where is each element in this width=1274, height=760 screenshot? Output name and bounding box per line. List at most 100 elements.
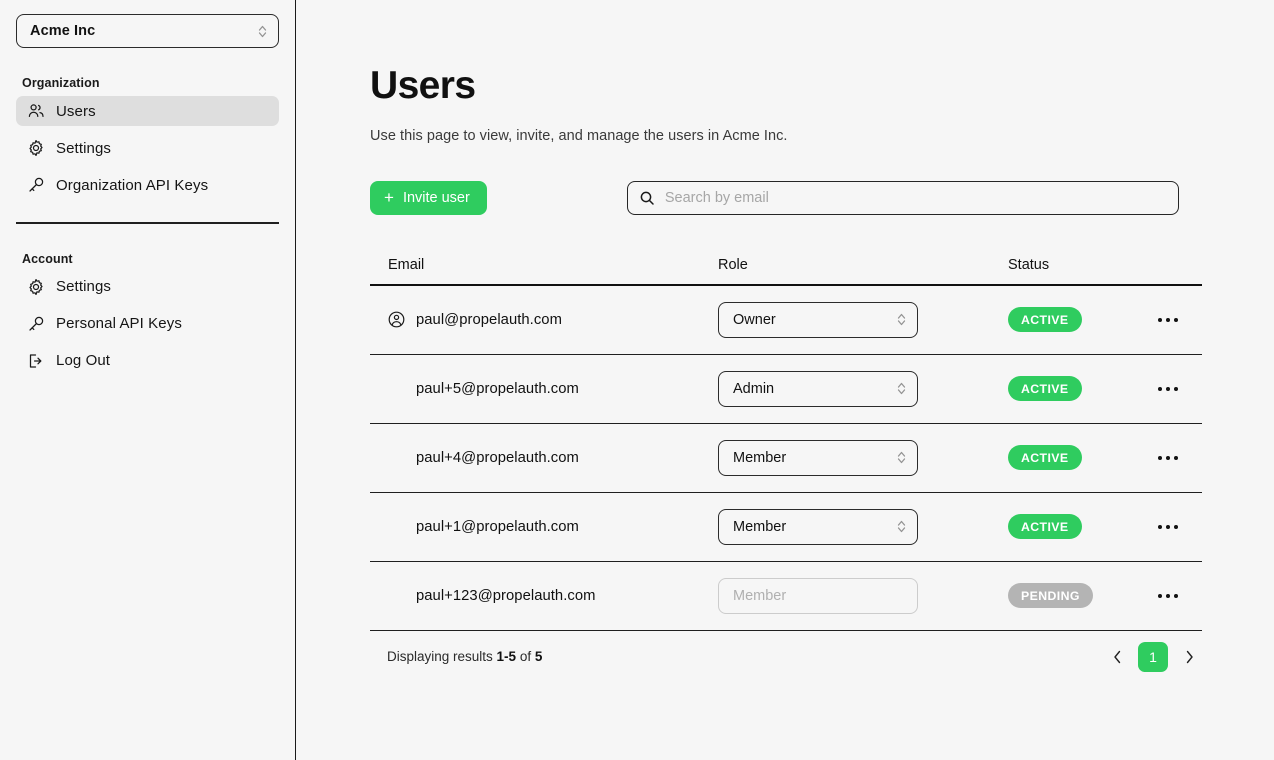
results-middle: of	[516, 649, 535, 665]
key-icon	[26, 176, 45, 195]
results-total: 5	[534, 649, 543, 665]
chevron-up-down-icon	[897, 382, 906, 395]
cell-email: paul+123@propelauth.com	[370, 588, 718, 604]
cell-role: Member	[718, 508, 1008, 545]
table-row: paul+1@propelauth.com Member ACTIVE	[370, 493, 1202, 562]
sidebar-item-label: Log Out	[56, 352, 111, 369]
results-range: 1-5	[496, 649, 517, 665]
status-badge: ACTIVE	[1008, 307, 1082, 333]
page-title: Users	[370, 64, 476, 107]
cell-email: paul@propelauth.com	[370, 311, 718, 328]
role-select-value: Owner	[733, 311, 776, 328]
status-badge: PENDING	[1008, 583, 1093, 609]
cell-actions	[1156, 450, 1202, 466]
ellipsis-icon[interactable]	[1156, 450, 1180, 466]
results-summary: Displaying results 1-5 of 5	[387, 649, 542, 664]
role-select[interactable]: Member	[718, 508, 918, 545]
cell-actions	[1156, 381, 1202, 397]
gear-icon	[26, 139, 45, 158]
cell-email: paul+4@propelauth.com	[370, 450, 718, 466]
column-header-status: Status	[1008, 256, 1050, 273]
table-row: paul+123@propelauth.com Member PENDING	[370, 562, 1202, 631]
table-header-row: Email Role Status	[370, 248, 1202, 286]
cell-status: ACTIVE	[1008, 514, 1156, 540]
logout-icon	[26, 351, 45, 370]
invite-user-label: Invite user	[402, 189, 470, 206]
toolbar: + Invite user	[370, 180, 1202, 215]
chevron-up-down-icon	[897, 520, 906, 533]
sidebar-divider	[16, 222, 279, 224]
user-email: paul+5@propelauth.com	[416, 380, 579, 397]
sidebar-item-label: Organization API Keys	[56, 176, 209, 194]
cell-role: Admin	[718, 370, 1008, 407]
user-email: paul+123@propelauth.com	[416, 587, 596, 604]
cell-email: paul+1@propelauth.com	[370, 519, 718, 535]
role-select[interactable]: Owner	[718, 301, 918, 338]
role-select-value: Admin	[733, 380, 775, 397]
app-root: Acme Inc Organization Users Settings Org…	[0, 0, 1274, 760]
sidebar-item-label: Personal API Keys	[56, 315, 182, 332]
plus-icon: +	[384, 187, 394, 207]
search-input[interactable]	[626, 180, 1179, 215]
results-prefix: Displaying results	[387, 649, 497, 665]
pagination: 1	[1104, 641, 1202, 672]
sidebar-group-label-account: Account	[22, 251, 73, 266]
users-icon	[26, 102, 45, 121]
avatar-icon	[388, 311, 405, 328]
org-switcher[interactable]: Acme Inc	[16, 14, 279, 48]
users-table: Email Role Status paul@propelauth.com Ow…	[370, 248, 1202, 683]
sidebar-item-account-settings[interactable]: Settings	[16, 272, 279, 302]
user-email: paul@propelauth.com	[416, 311, 562, 328]
chevron-left-icon[interactable]	[1104, 644, 1130, 670]
role-select[interactable]: Member	[718, 439, 918, 476]
page-number-button[interactable]: 1	[1138, 641, 1168, 672]
cell-status: ACTIVE	[1008, 307, 1156, 333]
cell-email: paul+5@propelauth.com	[370, 381, 718, 397]
ellipsis-icon[interactable]	[1156, 312, 1180, 328]
user-email: paul+1@propelauth.com	[416, 518, 579, 535]
cell-actions	[1156, 312, 1202, 328]
invite-user-button[interactable]: + Invite user	[370, 180, 487, 215]
cell-status: ACTIVE	[1008, 376, 1156, 402]
table-row: paul+4@propelauth.com Member ACTIVE	[370, 424, 1202, 493]
table-row: paul+5@propelauth.com Admin ACTIVE	[370, 355, 1202, 424]
column-header-role: Role	[718, 256, 748, 273]
status-badge: ACTIVE	[1008, 514, 1082, 540]
table-footer: Displaying results 1-5 of 5 1	[370, 631, 1202, 683]
column-header-email: Email	[388, 256, 425, 273]
cell-status: PENDING	[1008, 583, 1156, 609]
sidebar-item-org-settings[interactable]: Settings	[16, 133, 279, 163]
sidebar-item-personal-api-keys[interactable]: Personal API Keys	[16, 309, 279, 339]
table-row: paul@propelauth.com Owner ACTIVE	[370, 286, 1202, 355]
page-subtitle: Use this page to view, invite, and manag…	[370, 127, 788, 144]
ellipsis-icon[interactable]	[1156, 519, 1180, 535]
status-badge: ACTIVE	[1008, 445, 1082, 471]
key-icon	[26, 314, 45, 333]
ellipsis-icon[interactable]	[1156, 381, 1180, 397]
sidebar-item-label: Settings	[56, 278, 111, 295]
chevron-right-icon[interactable]	[1176, 644, 1202, 670]
cell-role: Member	[718, 577, 1008, 614]
user-email: paul+4@propelauth.com	[416, 449, 579, 466]
chevron-up-down-icon	[258, 25, 267, 38]
sidebar-group-label-organization: Organization	[22, 76, 100, 90]
ellipsis-icon[interactable]	[1156, 588, 1180, 604]
role-select-value: Member	[733, 587, 787, 604]
chevron-up-down-icon	[897, 451, 906, 464]
sidebar-item-users[interactable]: Users	[16, 96, 279, 126]
sidebar-item-label: Users	[56, 102, 96, 120]
main-content: Users Use this page to view, invite, and…	[296, 0, 1274, 760]
cell-status: ACTIVE	[1008, 445, 1156, 471]
sidebar-item-log-out[interactable]: Log Out	[16, 346, 279, 376]
chevron-up-down-icon	[897, 313, 906, 326]
role-select[interactable]: Admin	[718, 370, 918, 407]
cell-actions	[1156, 519, 1202, 535]
sidebar-item-organization-api-keys[interactable]: Organization API Keys	[16, 170, 279, 200]
cell-actions	[1156, 588, 1202, 604]
org-switcher-label: Acme Inc	[30, 23, 96, 39]
gear-icon	[26, 277, 45, 296]
cell-role: Owner	[718, 301, 1008, 338]
cell-role: Member	[718, 439, 1008, 476]
role-select-value: Member	[733, 449, 787, 466]
role-select-value: Member	[733, 518, 787, 535]
